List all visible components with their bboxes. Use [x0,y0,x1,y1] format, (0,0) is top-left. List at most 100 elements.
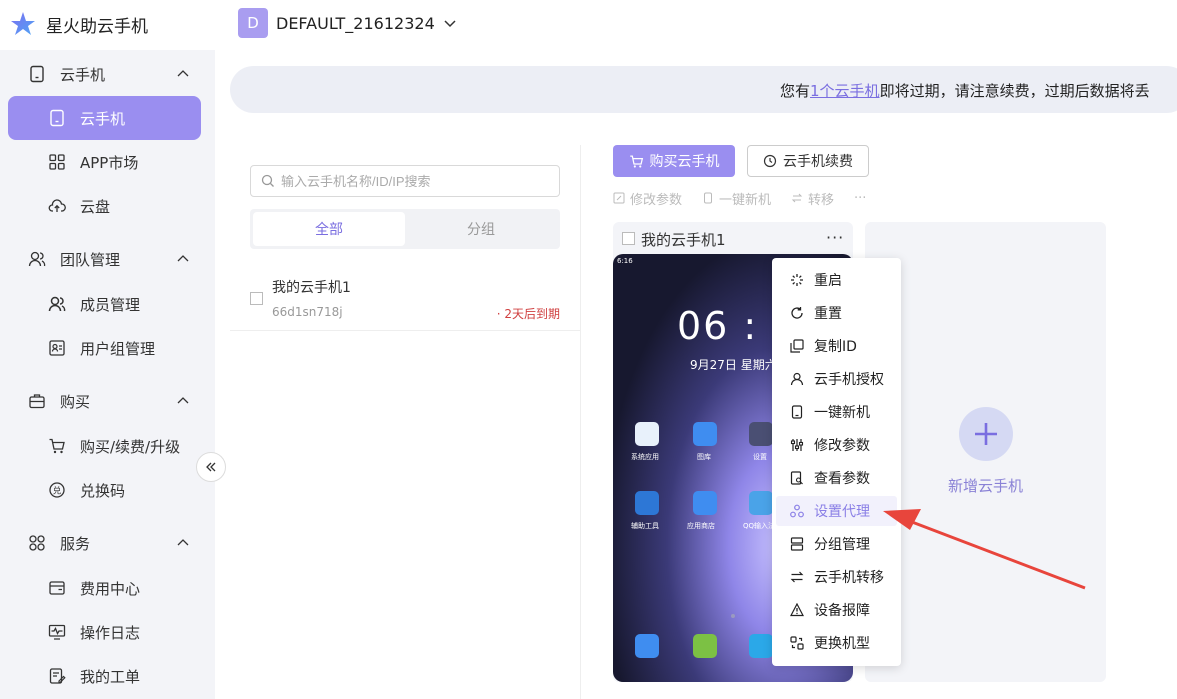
sidebar-item-cloud-phone[interactable]: 云手机 [8,96,201,140]
briefcase-icon [29,394,45,409]
sidebar-group-purchase[interactable]: 购买 [0,381,215,421]
menu-item-modify-params[interactable]: 修改参数 [776,430,897,460]
proxy-network-icon [790,504,804,518]
notice-suffix: 即将过期，请注意续费，过期后数据将丢 [879,82,1150,100]
renew-cloud-phone-button[interactable]: 云手机续费 [747,145,869,177]
group-icon [790,537,804,551]
sidebar-item-label: 操作日志 [80,623,141,642]
sidebar-group-team[interactable]: 团队管理 [0,239,215,279]
warning-icon [790,603,804,617]
sidebar-collapse-button[interactable] [196,452,226,482]
chevron-up-icon [177,70,189,77]
menu-item-authorize[interactable]: 云手机授权 [776,364,897,394]
buy-cloud-phone-button[interactable]: 购买云手机 [613,145,735,177]
menu-item-set-proxy[interactable]: 设置代理 [776,496,897,526]
browser-icon [749,634,773,658]
sidebar-item-label: 购买/续费/升级 [80,437,181,456]
restart-icon [791,274,803,286]
menu-item-one-click-new[interactable]: 一键新机 [776,397,897,427]
expiry-notice-bar: 您有1个云手机即将过期，请注意续费，过期后数据将丢 [230,66,1177,113]
phone-list-checkbox[interactable] [250,292,263,305]
sidebar-item-billing[interactable]: 费用中心 [8,566,201,610]
tab-group[interactable]: 分组 [405,212,557,246]
menu-item-label: 云手机转移 [814,570,884,586]
card-title: 我的云手机1 [641,231,726,249]
transfer-action[interactable]: 转移 [791,189,834,208]
store-bag-icon [693,634,717,658]
id-card-icon [49,340,65,356]
phone-list-item[interactable]: 我的云手机1 66d1sn718j · 2天后到期 [230,265,580,331]
card-checkbox[interactable] [622,232,635,245]
swap-device-icon [790,636,804,650]
sidebar-item-label: 云盘 [80,197,111,216]
app-title: 星火助云手机 [46,17,148,37]
sidebar-group-label: 购买 [60,392,91,411]
menu-item-view-params[interactable]: 查看参数 [776,463,897,493]
assistant-tool-icon [635,491,659,515]
contacts-icon [635,634,659,658]
app-label: QQ输入法 [743,522,776,530]
app-label: 设置 [753,453,767,461]
menu-item-label: 查看参数 [814,471,870,487]
page-indicator [731,614,735,618]
notice-prefix: 您有 [780,82,811,100]
menu-item-reset[interactable]: 重置 [776,298,897,328]
menu-item-report-fault[interactable]: 设备报障 [776,595,897,625]
sidebar-item-my-tickets[interactable]: 我的工单 [8,654,201,698]
sidebar-group-label: 团队管理 [60,250,121,269]
one-click-new-action[interactable]: 一键新机 [702,189,771,208]
cart-icon [629,154,643,168]
account-switcher[interactable]: D DEFAULT_21612324 [238,8,457,38]
menu-item-change-model[interactable]: 更换机型 [776,628,897,658]
sidebar-item-members[interactable]: 成员管理 [8,282,201,326]
add-cloud-phone-card[interactable]: 新增云手机 [865,222,1106,682]
reset-icon [791,307,803,319]
members-icon [48,296,66,312]
edit-icon [613,192,625,204]
svg-text:兑: 兑 [53,486,62,497]
gallery-icon [693,422,717,446]
transfer-icon [791,193,803,203]
search-input[interactable] [281,166,551,196]
sidebar-group-cloud-phone[interactable]: 云手机 [0,54,215,94]
sidebar-item-user-groups[interactable]: 用户组管理 [8,326,201,370]
chevron-up-icon [177,255,189,262]
sliders-icon [790,439,804,451]
search-box[interactable] [250,165,560,197]
menu-item-label: 设备报障 [814,603,870,619]
menu-item-label: 重启 [814,273,842,289]
sidebar-group-service[interactable]: 服务 [0,523,215,563]
expiry-notice-text: 您有1个云手机即将过期，请注意续费，过期后数据将丢 [780,80,1150,101]
chevron-down-icon [444,20,456,28]
sidebar-item-operation-log[interactable]: 操作日志 [8,610,201,654]
sidebar-item-redeem-code[interactable]: 兑 兑换码 [8,468,201,512]
user-icon [790,372,804,386]
menu-item-group-manage[interactable]: 分组管理 [776,529,897,559]
modify-params-action[interactable]: 修改参数 [613,189,682,208]
sidebar-item-buy-renew[interactable]: 购买/续费/升级 [8,424,201,468]
menu-item-transfer[interactable]: 云手机转移 [776,562,897,592]
transfer-label: 转移 [808,192,835,208]
card-more-button[interactable]: ··· [826,228,844,247]
menu-item-label: 修改参数 [814,438,870,454]
account-avatar: D [238,8,268,38]
sidebar-item-cloud-disk[interactable]: 云盘 [8,184,201,228]
tab-all[interactable]: 全部 [253,212,405,246]
more-actions[interactable]: ··· [854,191,866,206]
add-icon [959,407,1013,461]
buy-button-label: 购买云手机 [649,154,720,170]
account-name: DEFAULT_21612324 [276,13,435,33]
expiring-phones-link[interactable]: 1个云手机 [810,82,880,100]
menu-item-copy-id[interactable]: 复制ID [776,331,897,361]
top-bar: 星火助云手机 D DEFAULT_21612324 [0,0,1177,50]
sidebar-item-app-market[interactable]: APP市场 [8,140,201,184]
search-icon [261,174,274,187]
status-time: 6:16 [617,257,633,265]
system-apps-icon [635,422,659,446]
transfer-icon [790,571,804,583]
menu-item-restart[interactable]: 重启 [776,265,897,295]
sidebar-item-label: 成员管理 [80,295,141,314]
sidebar-group-label: 服务 [60,534,91,553]
add-cloud-phone-label: 新增云手机 [947,477,1023,495]
double-chevron-left-icon [206,462,216,472]
